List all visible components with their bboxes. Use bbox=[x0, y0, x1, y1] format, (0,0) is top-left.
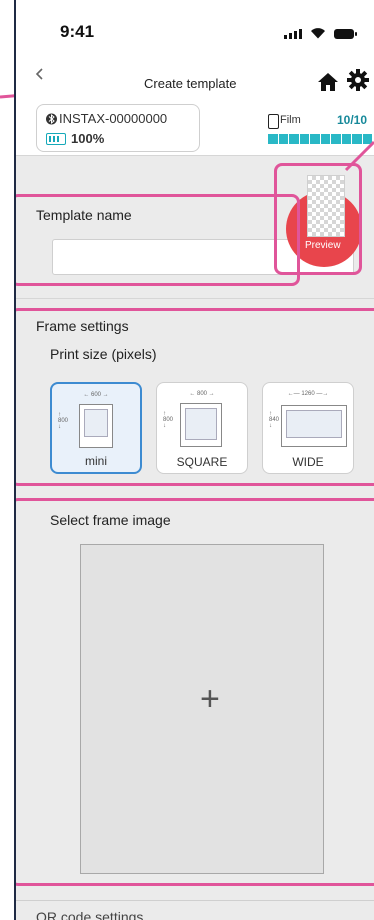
film-label: Film bbox=[280, 114, 301, 126]
back-chevron-icon[interactable] bbox=[34, 68, 46, 80]
film-segment bbox=[268, 134, 278, 144]
header-divider bbox=[16, 155, 374, 156]
page-title: Create template bbox=[144, 76, 237, 91]
highlight-frame-image bbox=[16, 498, 374, 886]
signal-icon bbox=[284, 29, 302, 39]
device-card[interactable]: INSTAX-00000000 100% bbox=[36, 104, 200, 152]
gear-icon[interactable] bbox=[346, 68, 370, 92]
film-phone-icon bbox=[268, 114, 279, 129]
highlight-template-name bbox=[16, 194, 300, 286]
home-icon[interactable] bbox=[317, 72, 339, 92]
battery-status-icon bbox=[334, 29, 357, 39]
device-name: INSTAX-00000000 bbox=[59, 111, 168, 126]
film-segment bbox=[278, 134, 288, 144]
annotation-arrow-right bbox=[344, 140, 374, 172]
status-bar: 9:41 bbox=[16, 0, 374, 58]
film-segment bbox=[299, 134, 309, 144]
film-segment bbox=[320, 134, 330, 144]
device-battery-icon bbox=[46, 133, 66, 145]
highlight-frame-settings bbox=[16, 308, 374, 486]
status-time: 9:41 bbox=[60, 22, 95, 41]
qr-settings-label: QR code settings bbox=[36, 909, 144, 920]
bluetooth-icon bbox=[46, 113, 57, 125]
device-battery-percent: 100% bbox=[71, 131, 105, 146]
wifi-icon bbox=[311, 28, 325, 39]
film-count: 10/10 bbox=[337, 113, 368, 127]
bottom-divider bbox=[16, 900, 374, 901]
section-divider bbox=[16, 298, 374, 299]
status-icons bbox=[284, 27, 357, 39]
phone-frame: 9:41 Create template INSTAX-00000000 100… bbox=[14, 0, 374, 920]
film-segment bbox=[310, 134, 320, 144]
film-segment bbox=[289, 134, 299, 144]
